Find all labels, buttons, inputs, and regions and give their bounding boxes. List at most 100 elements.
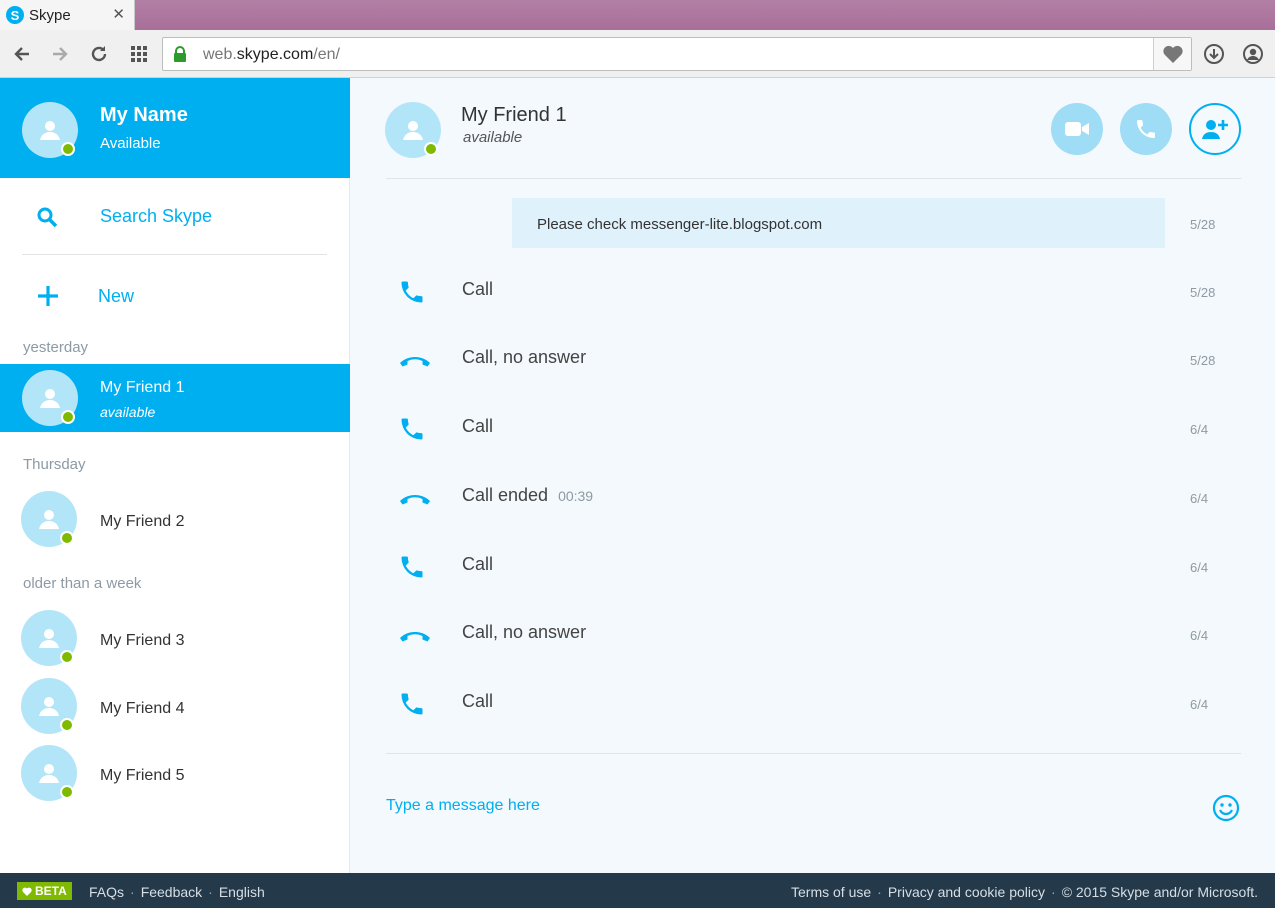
add-person-icon — [1202, 120, 1228, 139]
add-people-button[interactable] — [1189, 103, 1241, 155]
call-event-row: Call, no answer 5/28 — [386, 330, 1241, 390]
contact-my-friend-2[interactable]: My Friend 2 — [0, 489, 350, 557]
call-event-text: Call, no answer — [462, 347, 587, 367]
video-call-button[interactable] — [1051, 103, 1103, 155]
call-duration: 00:39 — [558, 488, 594, 504]
faqs-link[interactable]: FAQs — [89, 884, 124, 900]
browser-tab[interactable]: S Skype ✕ — [0, 0, 135, 30]
apps-grid-icon[interactable] — [127, 42, 151, 66]
message-input[interactable] — [386, 792, 1186, 820]
user-silhouette-icon — [39, 764, 59, 783]
presence-dot-icon — [61, 142, 75, 156]
call-event-text: Call — [462, 554, 494, 574]
search-skype-button[interactable]: Search Skype — [0, 178, 350, 254]
skype-logo-icon: S — [6, 6, 24, 24]
call-event-date: 6/4 — [1190, 628, 1209, 643]
hang-up-icon — [400, 495, 430, 505]
beta-badge[interactable]: BETA — [17, 882, 72, 900]
call-event-date: 5/28 — [1190, 353, 1216, 368]
heart-icon — [22, 887, 32, 896]
presence-dot-icon — [60, 718, 74, 732]
call-event-row: Call ended 00:39 6/4 — [386, 468, 1241, 528]
terms-link[interactable]: Terms of use — [791, 884, 871, 900]
copyright-text: © 2015 Skype and/or Microsoft. — [1061, 884, 1258, 900]
footer: BETA FAQs · Feedback · English Terms of use ·… — [0, 873, 1275, 908]
feedback-link[interactable]: Feedback — [141, 884, 202, 900]
call-event-date: 6/4 — [1190, 422, 1209, 437]
browser-toolbar: web.skype.com/en/ — [0, 30, 1275, 78]
group-label-older-than-a-week: older than a week — [23, 575, 142, 592]
audio-call-button[interactable] — [1120, 103, 1172, 155]
contact-avatar — [21, 610, 77, 666]
new-conversation-button[interactable]: New — [0, 255, 350, 335]
user-silhouette-icon — [403, 121, 423, 140]
contact-status: available — [100, 404, 156, 420]
footer-right-links: Terms of use · Privacy and cookie policy · ©… — [791, 884, 1258, 900]
sidebar: My Name Available Search Skype New yeste… — [0, 78, 350, 873]
phone-icon — [401, 556, 423, 578]
call-event-row: Call 6/4 — [386, 537, 1241, 597]
call-event-row: Call 5/28 — [386, 262, 1241, 322]
hang-up-icon — [400, 632, 430, 642]
message-compose-area — [386, 754, 1241, 864]
user-silhouette-icon — [39, 629, 59, 648]
contact-my-friend-5[interactable]: My Friend 5 — [0, 743, 350, 811]
message-bubble[interactable]: Please check messenger-lite.blogspot.com — [512, 198, 1165, 248]
group-label-thursday: Thursday — [23, 456, 86, 473]
user-silhouette-icon — [39, 510, 59, 529]
emoticon-icon[interactable] — [1212, 794, 1240, 822]
forward-icon[interactable] — [48, 42, 72, 66]
video-camera-icon — [1065, 122, 1089, 136]
phone-icon — [401, 693, 423, 715]
contact-avatar — [22, 370, 78, 426]
address-bar[interactable]: web.skype.com/en/ — [162, 37, 1192, 71]
tab-title: Skype — [29, 6, 71, 24]
user-silhouette-icon — [40, 389, 60, 408]
url-text[interactable]: web.skype.com/en/ — [203, 46, 340, 64]
call-event-row: Call 6/4 — [386, 674, 1241, 734]
chat-contact-avatar[interactable] — [385, 102, 441, 158]
call-event-date: 6/4 — [1190, 560, 1209, 575]
call-event-text: Call — [462, 691, 494, 711]
reload-icon[interactable] — [87, 42, 111, 66]
presence-dot-icon — [60, 650, 74, 664]
contact-avatar — [21, 491, 77, 547]
favorite-heart-icon[interactable] — [1153, 38, 1191, 70]
contact-my-friend-4[interactable]: My Friend 4 — [0, 676, 350, 744]
my-name: My Name — [100, 104, 188, 126]
conversation-pane: My Friend 1 available Please check messe… — [350, 78, 1275, 873]
presence-dot-icon — [60, 531, 74, 545]
search-icon — [37, 207, 58, 228]
plus-icon — [38, 286, 58, 306]
language-link[interactable]: English — [219, 884, 265, 900]
contact-my-friend-1[interactable]: My Friend 1 available — [0, 364, 350, 432]
call-event-text: Call — [462, 416, 494, 436]
presence-dot-icon — [61, 410, 75, 424]
user-silhouette-icon — [40, 121, 60, 140]
contact-my-friend-3[interactable]: My Friend 3 — [0, 608, 350, 676]
call-event-row: Call 6/4 — [386, 399, 1241, 459]
contact-name: My Friend 3 — [100, 632, 185, 649]
phone-icon — [401, 281, 423, 303]
profile-icon[interactable] — [1241, 42, 1265, 66]
my-avatar[interactable] — [22, 102, 78, 158]
header-divider — [386, 178, 1241, 179]
my-profile-panel[interactable]: My Name Available — [0, 78, 350, 178]
tab-close-icon[interactable]: ✕ — [112, 5, 125, 23]
call-event-date: 6/4 — [1190, 491, 1209, 506]
new-label: New — [98, 286, 135, 306]
user-silhouette-icon — [39, 697, 59, 716]
phone-icon — [1137, 120, 1155, 138]
search-skype-label: Search Skype — [100, 206, 213, 226]
my-status[interactable]: Available — [100, 135, 161, 152]
chat-contact-name[interactable]: My Friend 1 — [461, 104, 567, 127]
message-text: Please check messenger-lite.blogspot.com — [537, 216, 823, 233]
presence-dot-icon — [60, 785, 74, 799]
contact-name: My Friend 4 — [100, 700, 185, 717]
contact-name: My Friend 2 — [100, 513, 185, 530]
message-date: 5/28 — [1190, 217, 1216, 232]
hang-up-icon — [400, 357, 430, 367]
privacy-link[interactable]: Privacy and cookie policy — [888, 884, 1045, 900]
back-icon[interactable] — [10, 42, 34, 66]
download-icon[interactable] — [1202, 42, 1226, 66]
